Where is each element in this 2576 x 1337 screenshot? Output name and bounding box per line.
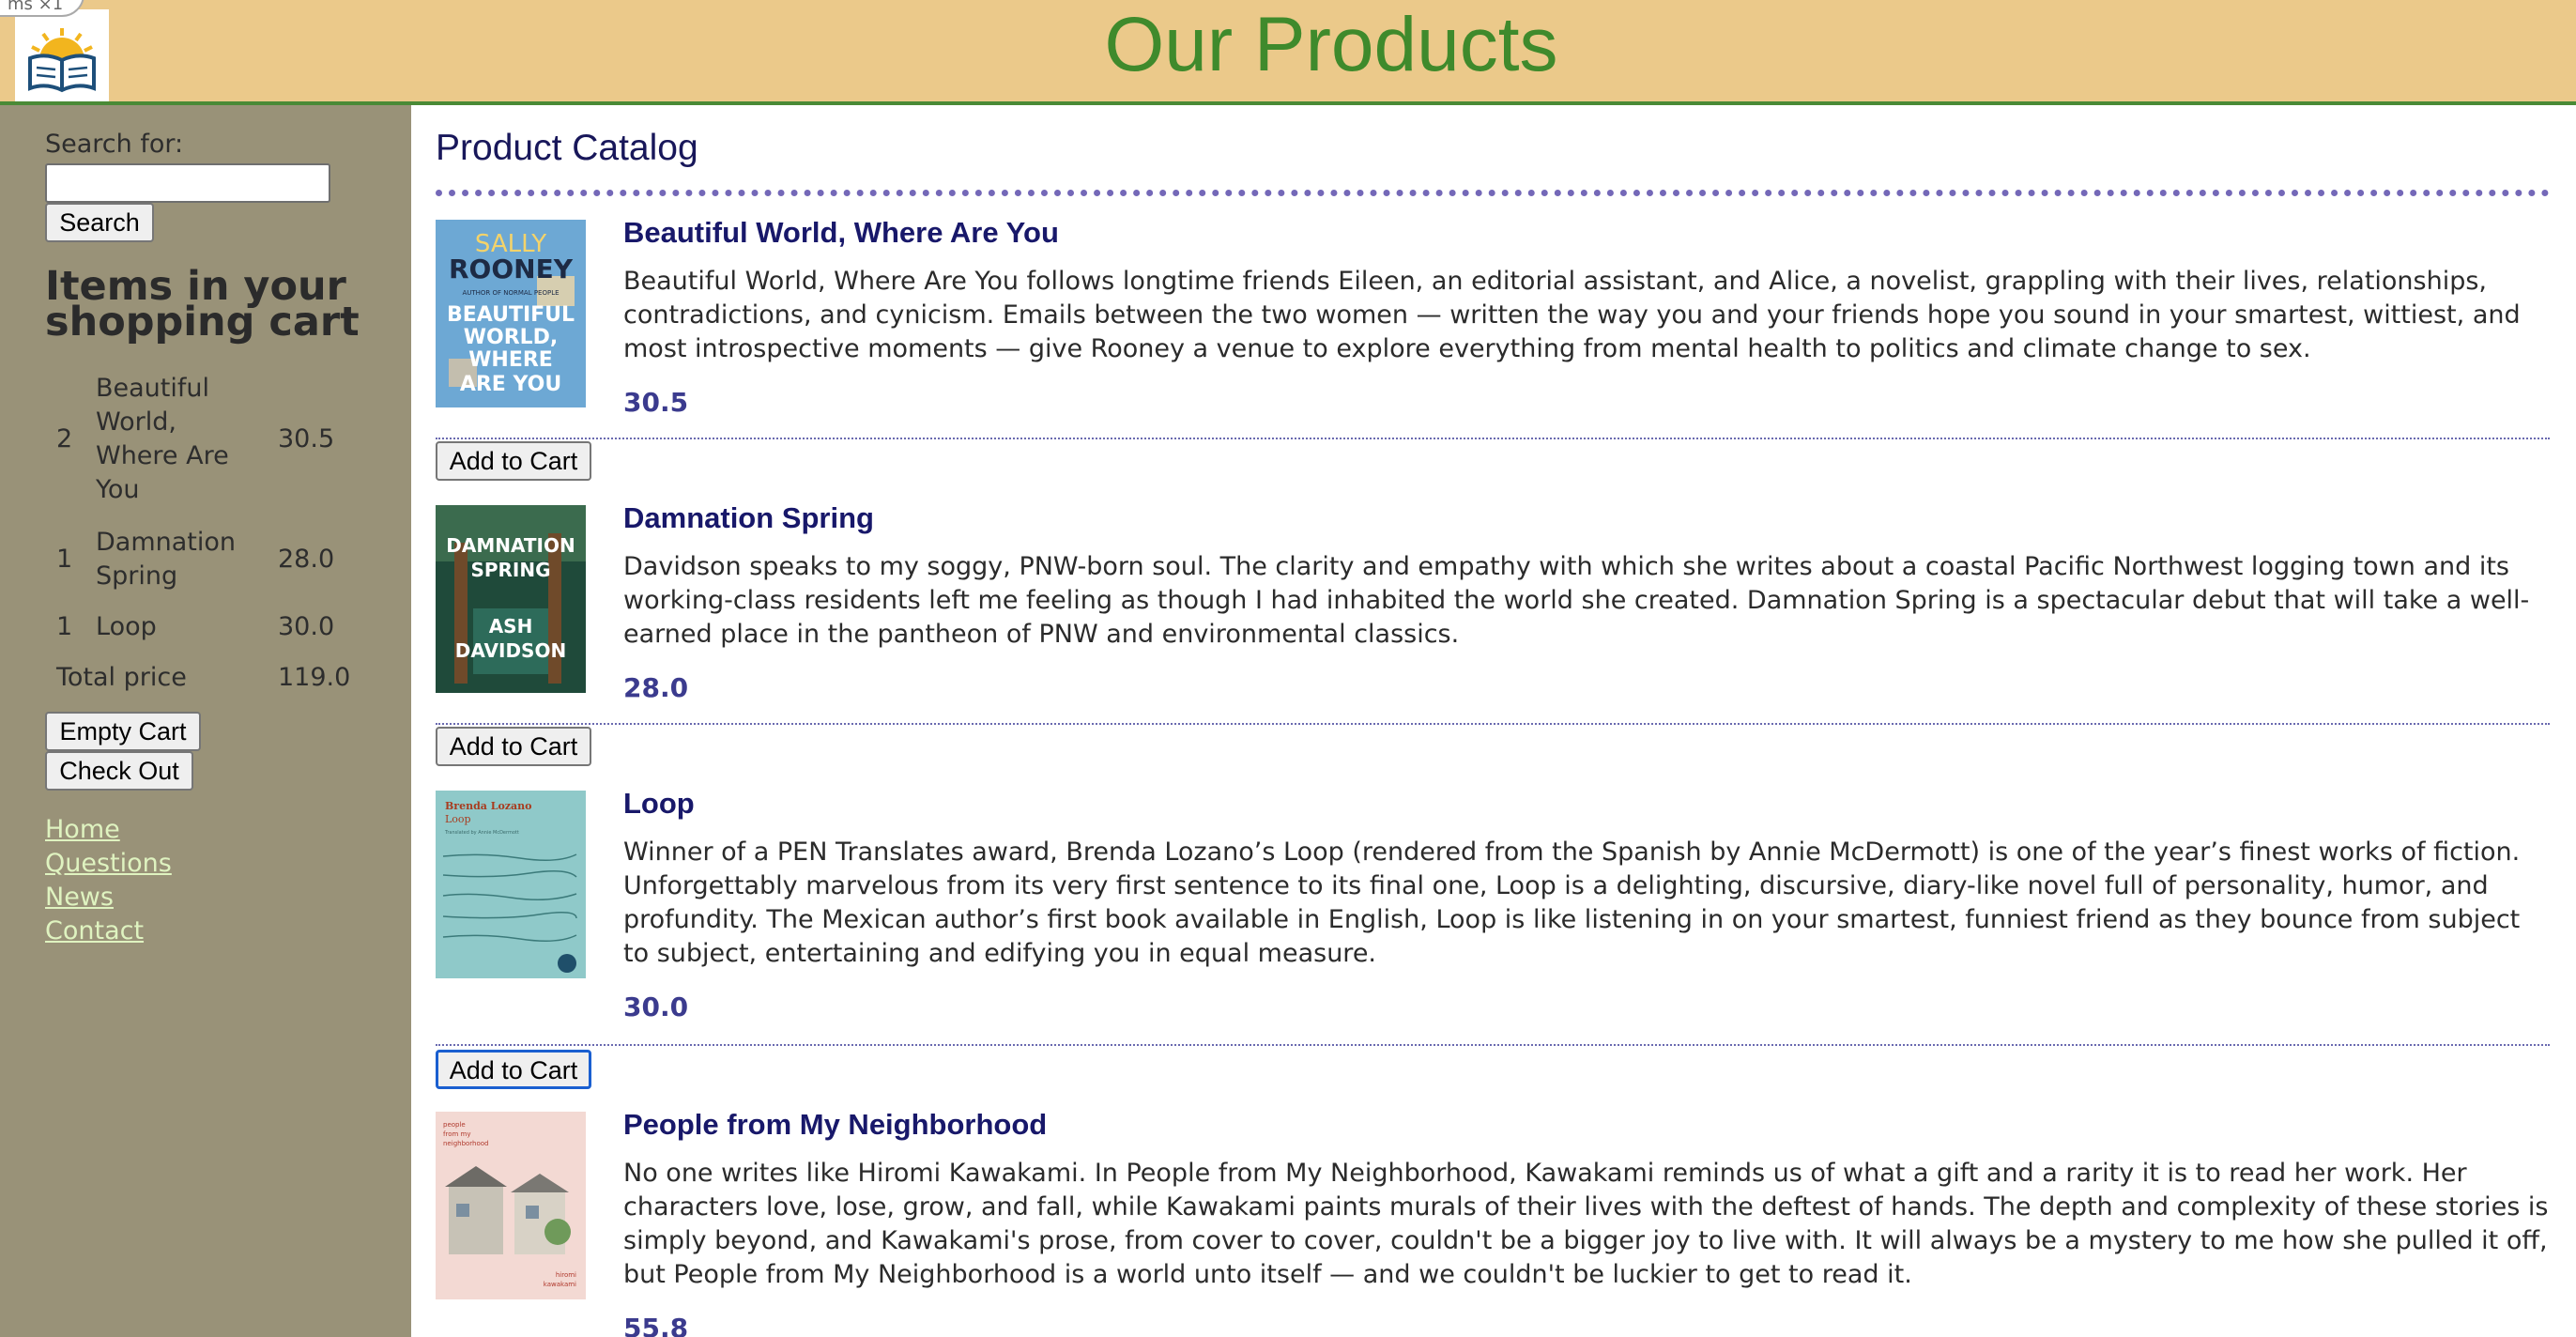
cover-text: from my — [443, 1130, 470, 1138]
cover-text: kawakami — [544, 1281, 576, 1288]
product-divider — [436, 723, 2550, 725]
add-to-cart-button[interactable]: Add to Cart — [436, 441, 591, 481]
product-entry: DAMNATION SPRING ASH DAVIDSON Damnation … — [436, 501, 2550, 768]
cover-text: Loop — [445, 813, 471, 825]
cart-item-title: Beautiful World, Where Are You — [96, 374, 229, 504]
cover-text: ASH — [489, 615, 533, 638]
cart-item-price: 30.0 — [278, 612, 335, 641]
cart-item-title: Loop — [96, 612, 157, 641]
cover-text: DAMNATION — [446, 534, 575, 557]
catalog-title: Product Catalog — [436, 128, 698, 168]
cart-row: 1 Loop 30.0 — [0, 610, 411, 646]
cover-text: SPRING — [470, 559, 550, 581]
product-description: Davidson speaks to my soggy, PNW-born so… — [623, 552, 2530, 649]
cover-text: Translated by Annie McDermott — [444, 830, 519, 836]
cart-item-price: 28.0 — [278, 545, 335, 574]
cover-text: hiromi — [556, 1271, 576, 1279]
cover-text: WHERE — [468, 348, 553, 372]
cart-total-row: Total price 119.0 — [0, 661, 411, 697]
product-entry: people from my neighborhood hiromi kawak… — [436, 1112, 2550, 1337]
open-book-sun-icon — [28, 28, 96, 93]
cover-text: DAVIDSON — [455, 639, 566, 662]
cart-item-title: Damnation Spring — [96, 528, 237, 591]
cart-qty: 2 — [56, 424, 73, 453]
product-divider — [436, 438, 2550, 439]
page-title: Our Products — [1104, 2, 1558, 87]
book-cover-image: SALLY ROONEY AUTHOR OF NORMAL PEOPLE BEA… — [436, 220, 586, 407]
add-to-cart-button[interactable]: Add to Cart — [436, 727, 591, 766]
browser-zoom-tab[interactable]: ms ×1 — [0, 0, 84, 17]
product-title: Damnation Spring — [623, 501, 874, 534]
product-price: 30.5 — [623, 387, 689, 418]
product-description: Beautiful World, Where Are You follows l… — [623, 267, 2521, 363]
check-out-button[interactable]: Check Out — [45, 751, 193, 791]
cover-text: ROONEY — [449, 254, 574, 284]
cart-row: 1 Damnation Spring 28.0 — [0, 526, 411, 597]
total-price-value: 119.0 — [278, 663, 351, 692]
nav-link-news[interactable]: News — [45, 883, 114, 912]
product-title: Beautiful World, Where Are You — [623, 216, 1059, 249]
book-cover-image: Brenda Lozano Loop Translated by Annie M… — [436, 791, 586, 978]
site-logo[interactable] — [15, 9, 109, 101]
search-button[interactable]: Search — [45, 203, 154, 242]
cover-text: AUTHOR OF NORMAL PEOPLE — [462, 289, 559, 297]
total-price-label: Total price — [56, 663, 187, 692]
book-cover-image: people from my neighborhood hiromi kawak… — [436, 1112, 586, 1299]
nav-link-home[interactable]: Home — [45, 815, 120, 844]
nav-link-questions[interactable]: Questions — [45, 849, 172, 878]
cart-title: Items in your shopping cart — [45, 263, 360, 346]
cover-text: neighborhood — [443, 1140, 489, 1147]
cart-qty: 1 — [56, 612, 73, 641]
book-cover-image: DAMNATION SPRING ASH DAVIDSON — [436, 505, 586, 693]
cover-text: Brenda Lozano — [445, 800, 532, 812]
cart-qty: 1 — [56, 545, 73, 574]
cover-text: people — [443, 1121, 466, 1129]
product-entry: Brenda Lozano Loop Translated by Annie M… — [436, 787, 2550, 1089]
product-title: People from My Neighborhood — [623, 1112, 1048, 1141]
page-header: Our Products ms ×1 — [0, 0, 2576, 105]
cover-text: WORLD, — [464, 326, 559, 349]
product-price: 55.8 — [623, 1313, 689, 1337]
cover-text: BEAUTIFUL — [447, 303, 575, 327]
empty-cart-button[interactable]: Empty Cart — [45, 712, 201, 751]
cart-row: 2 Beautiful World, Where Are You 30.5 — [0, 372, 411, 511]
product-price: 28.0 — [623, 672, 689, 703]
product-divider — [436, 1044, 2550, 1046]
product-description: No one writes like Hiromi Kawakami. In P… — [623, 1159, 2549, 1289]
product-price: 30.0 — [623, 991, 689, 1022]
cart-item-price: 30.5 — [278, 424, 335, 453]
product-title: Loop — [623, 787, 695, 820]
catalog-divider — [436, 190, 2550, 196]
product-entry: SALLY ROONEY AUTHOR OF NORMAL PEOPLE BEA… — [436, 216, 2550, 483]
add-to-cart-button[interactable]: Add to Cart — [436, 1050, 591, 1089]
product-description: Winner of a PEN Translates award, Brenda… — [623, 838, 2521, 968]
search-label: Search for: — [45, 130, 184, 159]
search-input[interactable] — [45, 163, 330, 203]
cover-text: ARE YOU — [460, 373, 561, 396]
nav-link-contact[interactable]: Contact — [45, 916, 144, 945]
